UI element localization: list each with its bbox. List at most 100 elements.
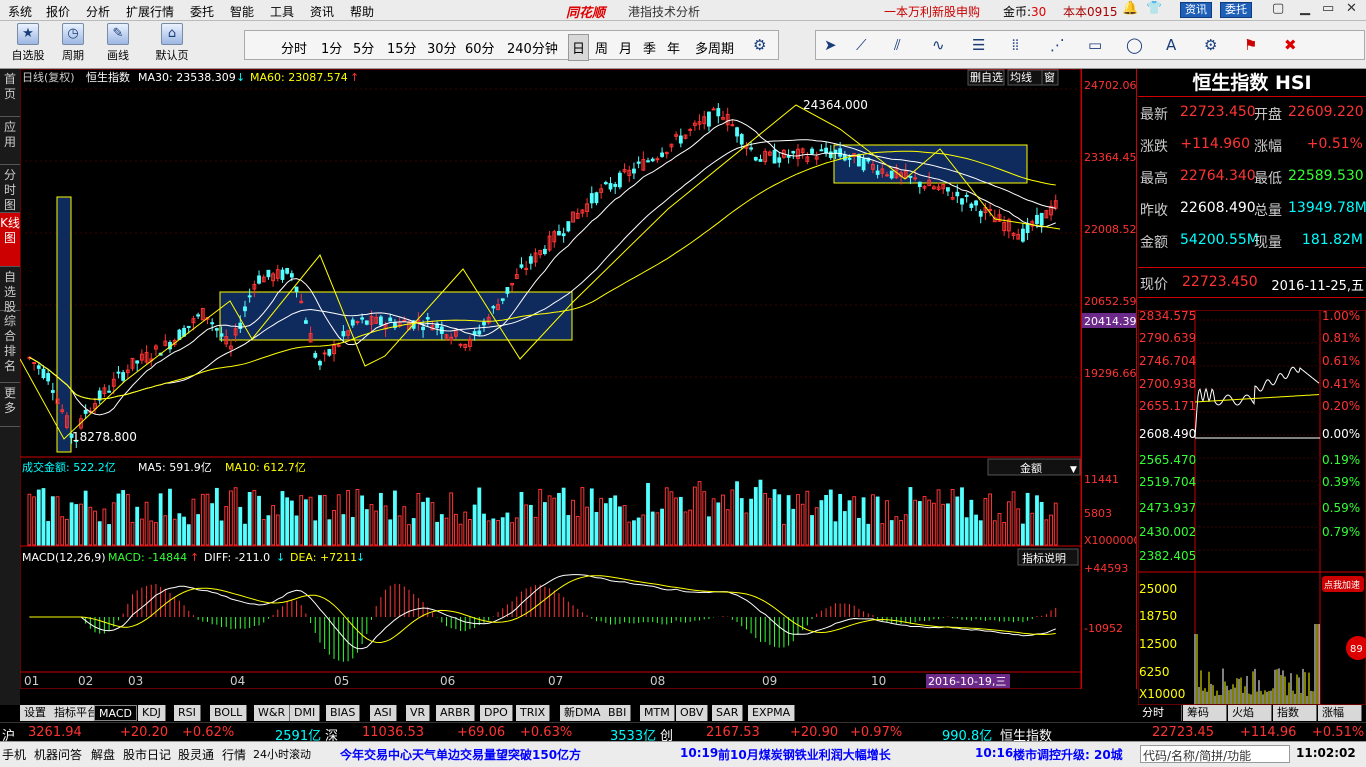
left-tab-4[interactable]: 自选股 [0, 267, 20, 314]
rect-icon[interactable]: ▭ [1088, 36, 1102, 54]
settings-gear-icon[interactable]: ⚙ [753, 36, 766, 54]
right-tab-2[interactable]: 火焰 [1228, 705, 1272, 721]
indicator-tab-dpo[interactable]: DPO [480, 705, 513, 721]
indicator-tab-sar[interactable]: SAR [712, 705, 744, 721]
maximize-icon[interactable]: ▭ [1322, 1, 1334, 16]
bell-icon[interactable]: 🔔 [1122, 1, 1138, 16]
indicator-tab-w&r[interactable]: W&R [254, 705, 291, 721]
gear-icon[interactable]: ⚙ [1204, 36, 1217, 54]
trade-button[interactable]: 委托 [1220, 2, 1252, 18]
delete-icon[interactable]: ✖ [1284, 36, 1297, 54]
bars-icon[interactable]: ⦙⦙ [1012, 36, 1019, 54]
status-diary[interactable]: 股市日记 [123, 746, 171, 763]
notification-count[interactable]: 89 [1350, 644, 1363, 655]
right-tab-3[interactable]: 指数 [1273, 705, 1317, 721]
circle-icon[interactable]: ◯ [1126, 36, 1143, 54]
indicator-tab-bbi[interactable]: BBI [604, 705, 632, 721]
period-30m[interactable]: 30分 [427, 38, 457, 57]
period-5m[interactable]: 5分 [353, 38, 374, 57]
left-tab-2[interactable]: 分时图 [0, 165, 20, 213]
status-qa[interactable]: 机器问答 [34, 746, 82, 763]
kline-button-2[interactable]: 窗 [1044, 70, 1055, 84]
indicator-tab-vr[interactable]: VR [406, 705, 431, 721]
period-button[interactable]: ◷ 周期 [55, 23, 91, 63]
indicator-tab-arbr[interactable]: ARBR [436, 705, 476, 721]
arrow-icon[interactable]: ➤ [824, 36, 837, 54]
text-icon[interactable]: A [1166, 36, 1176, 54]
left-tab-6[interactable]: 更多 [0, 383, 20, 427]
right-tab-1[interactable]: 筹码 [1183, 705, 1227, 721]
sz-value[interactable]: 11036.53 [362, 725, 424, 740]
left-tab-1[interactable]: 应用 [0, 117, 20, 165]
indicator-tab-rsi[interactable]: RSI [174, 705, 201, 721]
promo-link[interactable]: 一本万利新股申购 [884, 3, 980, 20]
channel-icon[interactable]: ⋰ [1050, 36, 1065, 54]
fib-icon[interactable]: ☰ [972, 36, 985, 54]
restore-icon[interactable]: ▢ [1272, 1, 1284, 16]
hs-value[interactable]: 22723.45 [1152, 725, 1214, 740]
indicator-tab-trix[interactable]: TRIX [516, 705, 551, 721]
parallel-icon[interactable]: ⫽ [894, 36, 901, 54]
right-tab-4[interactable]: 涨幅 [1318, 705, 1362, 721]
period-year[interactable]: 年 [667, 38, 680, 57]
kline-button-0[interactable]: 删自选 [970, 71, 1003, 84]
indicator-tab-expma[interactable]: EXPMA [748, 705, 796, 721]
kline-chart[interactable]: 日线(复权) 恒生指数 MA30: 23538.309 ↓ MA60: 23087.57… [20, 69, 1081, 689]
menu-smart[interactable]: 智能 [230, 3, 254, 20]
indicator-tab-bias[interactable]: BIAS [326, 705, 361, 721]
line-icon[interactable]: ⟋ [856, 36, 867, 54]
indicator-tab-asi[interactable]: ASI [370, 705, 397, 721]
indicator-tab-kdj[interactable]: KDJ [138, 705, 166, 721]
shirt-icon[interactable]: 👕 [1146, 1, 1162, 16]
news-ticker-2[interactable]: 前10月煤炭钢铁业利润大幅增长 [718, 746, 891, 763]
draw-button[interactable]: ✎ 画线 [100, 23, 136, 63]
status-analysis[interactable]: 解盘 [91, 746, 115, 763]
left-tab-3[interactable]: K线图 [0, 213, 20, 267]
speed-badge-text[interactable]: 点我加速 [1324, 580, 1360, 591]
menu-analysis[interactable]: 分析 [86, 3, 110, 20]
indicator-tab-dmi[interactable]: DMI [290, 705, 321, 721]
intraday-chart[interactable]: 2834.575 2790.639 2746.704 2700.938 2655.171… [1138, 310, 1366, 705]
news-ticker-3[interactable]: 楼市调控升级: 20城 [1013, 746, 1123, 763]
menu-tools[interactable]: 工具 [270, 3, 294, 20]
news-ticker-1[interactable]: 今年交易中心天气单边交易量望突破150亿方 [340, 746, 581, 763]
period-1m[interactable]: 1分 [321, 38, 342, 57]
period-day[interactable]: 日 [568, 34, 590, 61]
indicator-tab-boll[interactable]: BOLL [210, 705, 248, 721]
search-input[interactable]: 代码/名称/简拼/功能 [1140, 745, 1290, 763]
status-quote[interactable]: 行情 [222, 746, 246, 763]
period-month[interactable]: 月 [619, 38, 632, 57]
left-tab-5[interactable]: 综合排名 [0, 311, 20, 383]
period-week[interactable]: 周 [595, 38, 608, 57]
period-240m[interactable]: 240分钟 [507, 38, 558, 57]
menu-help[interactable]: 帮助 [350, 3, 374, 20]
indicator-tab-mtm[interactable]: MTM [640, 705, 675, 721]
info-button[interactable]: 资讯 [1180, 2, 1212, 18]
menu-quote[interactable]: 报价 [46, 3, 70, 20]
indicator-tab-设置[interactable]: 设置 [20, 705, 51, 721]
period-multi[interactable]: 多周期 [695, 38, 734, 57]
explain-button[interactable]: 指标说明 [1022, 551, 1066, 565]
sh-value[interactable]: 3261.94 [28, 725, 82, 740]
default-page-button[interactable]: ⌂ 默认页 [150, 23, 194, 63]
status-rolling[interactable]: 24小时滚动 [253, 746, 311, 762]
minimize-icon[interactable]: ▁ [1300, 1, 1310, 16]
volume-selector[interactable]: 金额 [1020, 461, 1042, 475]
user-name[interactable]: 本本0915 [1063, 3, 1118, 20]
cy-value[interactable]: 2167.53 [706, 725, 760, 740]
menu-info[interactable]: 资讯 [310, 3, 334, 20]
flag-icon[interactable]: ⚑ [1244, 36, 1257, 54]
status-gulingtong[interactable]: 股灵通 [178, 746, 214, 763]
period-timeshare[interactable]: 分时 [281, 38, 307, 57]
close-icon[interactable]: ✕ [1346, 1, 1357, 16]
indicator-tab-新dma[interactable]: 新DMA [560, 705, 606, 721]
menu-ext-quote[interactable]: 扩展行情 [126, 3, 174, 20]
wave-icon[interactable]: ∿ [932, 36, 945, 54]
period-60m[interactable]: 60分 [465, 38, 495, 57]
left-tab-0[interactable]: 首页 [0, 69, 20, 117]
status-phone[interactable]: 手机 [2, 746, 26, 763]
indicator-tab-macd[interactable]: MACD [94, 705, 137, 721]
period-quarter[interactable]: 季 [643, 38, 656, 57]
period-15m[interactable]: 15分 [387, 38, 417, 57]
kline-button-1[interactable]: 均线 [1010, 70, 1032, 84]
